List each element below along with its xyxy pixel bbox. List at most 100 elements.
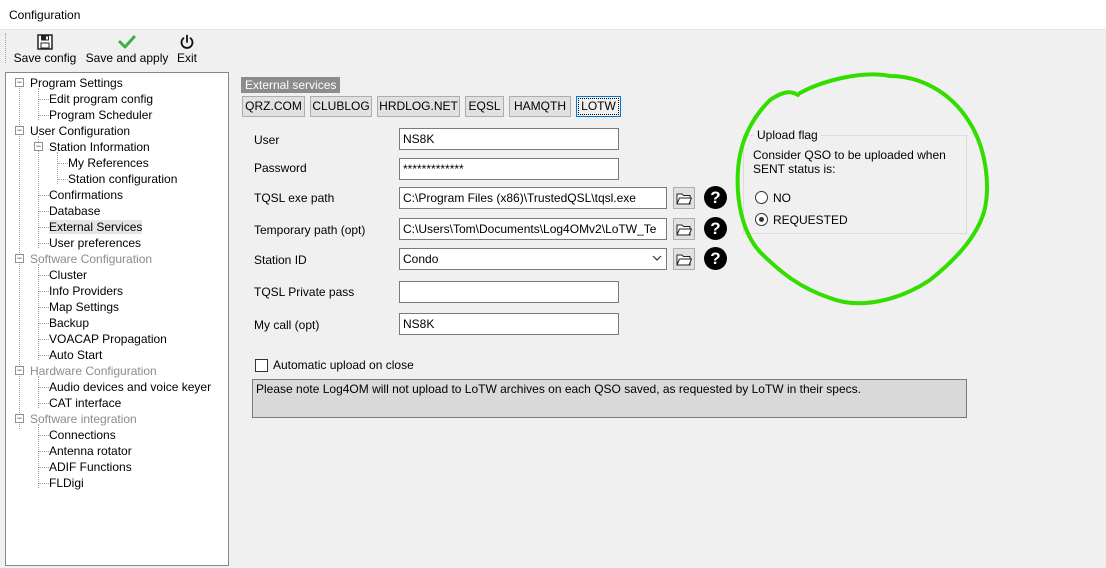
tree-item-confirmations[interactable]: Confirmations	[49, 187, 123, 203]
tree-item-label: Map Settings	[49, 300, 120, 314]
tree-connector	[39, 99, 49, 100]
station-id-dropdown[interactable]: Condo	[399, 248, 667, 270]
power-icon	[179, 33, 195, 51]
folder-icon	[676, 224, 692, 235]
tqsl-private-pass-field[interactable]	[399, 281, 619, 303]
tree-expander[interactable]: −	[15, 78, 24, 87]
tqsl-private-pass-label: TQSL Private pass	[254, 285, 355, 299]
tab-hamqth[interactable]: HAMQTH	[509, 96, 571, 117]
my-call-field[interactable]: NS8K	[399, 313, 619, 335]
folder-icon	[676, 193, 692, 204]
tree-item-my-references[interactable]: My References	[68, 155, 149, 171]
tqsl-exe-path-field[interactable]: C:\Program Files (x86)\TrustedQSL\tqsl.e…	[399, 187, 667, 209]
user-field[interactable]: NS8K	[399, 128, 619, 150]
tree-connector	[39, 243, 49, 244]
tree-item-label: User preferences	[49, 236, 142, 250]
tree-expander[interactable]: −	[34, 142, 43, 151]
external-services-header: External services	[241, 77, 341, 93]
tree-expander[interactable]: −	[15, 414, 24, 423]
tree-item-external-services[interactable]: External Services	[49, 219, 143, 235]
tab-qrz[interactable]: QRZ.COM	[242, 96, 305, 117]
tree-item-software-integration[interactable]: Software integration	[30, 411, 137, 427]
tree-connector	[39, 211, 49, 212]
tree-connector	[39, 291, 49, 292]
tree-item-label: Station configuration	[68, 172, 178, 186]
radio-no[interactable]	[755, 191, 768, 204]
browse-tqsl-button[interactable]	[673, 187, 695, 209]
temporary-path-field[interactable]: C:\Users\Tom\Documents\Log4OMv2\LoTW_Te	[399, 218, 667, 240]
help-station-id-icon[interactable]: ?	[704, 247, 727, 270]
upload-flag-description-line: Consider QSO to be uploaded when	[753, 148, 946, 162]
tree-connector	[39, 451, 49, 452]
tree-item-station-configuration[interactable]: Station configuration	[68, 171, 177, 187]
tree-branch-line	[38, 424, 39, 488]
tree-item-label: ADIF Functions	[49, 460, 132, 474]
tree-connector	[39, 355, 49, 356]
upload-flag-description-line: SENT status is:	[753, 162, 836, 176]
tree-item-label: My References	[68, 156, 149, 170]
browse-temp-button[interactable]	[673, 218, 695, 240]
lotw-note: Please note Log4OM will not upload to Lo…	[252, 379, 967, 418]
tree-item-cluster[interactable]: Cluster	[49, 267, 87, 283]
tree-item-software-configuration[interactable]: Software Configuration	[30, 251, 152, 267]
tree-item-audio-devices[interactable]: Audio devices and voice keyer	[49, 379, 211, 395]
save-and-apply-button[interactable]: Save and apply	[86, 33, 168, 67]
radio-requested[interactable]	[755, 213, 768, 226]
tree-item-station-information[interactable]: Station Information	[49, 139, 150, 155]
tree-expander[interactable]: −	[15, 126, 24, 135]
auto-upload-checkbox[interactable]	[255, 359, 268, 372]
tab-hrdlog[interactable]: HRDLOG.NET	[377, 96, 460, 117]
tree-item-label: User Configuration	[30, 124, 131, 138]
tree-item-label: CAT interface	[49, 396, 122, 410]
tab-lotw[interactable]: LOTW	[576, 96, 621, 117]
checkmark-icon	[118, 33, 136, 51]
tree-connector	[39, 483, 49, 484]
tree-item-label: Info Providers	[49, 284, 124, 298]
tree-item-label: Program Scheduler	[49, 108, 153, 122]
tree-item-label: Database	[49, 204, 101, 218]
tree-item-map-settings[interactable]: Map Settings	[49, 299, 119, 315]
tree-item-adif-functions[interactable]: ADIF Functions	[49, 459, 132, 475]
tree-item-voacap-propagation[interactable]: VOACAP Propagation	[49, 331, 167, 347]
tree-connector	[39, 323, 49, 324]
tree-item-connections[interactable]: Connections	[49, 427, 116, 443]
tree-item-backup[interactable]: Backup	[49, 315, 89, 331]
tree-item-info-providers[interactable]: Info Providers	[49, 283, 123, 299]
exit-button[interactable]: Exit	[175, 33, 199, 67]
tree-item-fldigi[interactable]: FLDigi	[49, 475, 84, 491]
tree-item-cat-interface[interactable]: CAT interface	[49, 395, 121, 411]
tree-item-program-settings[interactable]: Program Settings	[30, 75, 123, 91]
tree-item-program-scheduler[interactable]: Program Scheduler	[49, 107, 152, 123]
browse-station-button[interactable]	[673, 248, 695, 270]
tree-item-user-preferences[interactable]: User preferences	[49, 235, 141, 251]
toolbar-grip[interactable]	[5, 33, 8, 63]
help-tqsl-icon[interactable]: ?	[704, 186, 727, 209]
password-field[interactable]: *************	[399, 158, 619, 180]
save-config-button[interactable]: Save config	[14, 33, 76, 67]
tree-item-database[interactable]: Database	[49, 203, 100, 219]
tree-item-edit-program-config[interactable]: Edit program config	[49, 91, 153, 107]
toolbar: Save config Save and apply Exit	[0, 31, 1106, 69]
tree-item-label: FLDigi	[49, 476, 84, 490]
tree-expander[interactable]: −	[15, 254, 24, 263]
tree-item-hardware-configuration[interactable]: Hardware Configuration	[30, 363, 157, 379]
tree-item-user-configuration[interactable]: User Configuration	[30, 123, 130, 139]
radio-no-label: NO	[773, 191, 791, 205]
tree-connector	[39, 275, 49, 276]
tree-connector	[39, 387, 49, 388]
tree-item-antenna-rotator[interactable]: Antenna rotator	[49, 443, 132, 459]
tree-expander[interactable]: −	[15, 366, 24, 375]
radio-requested-label: REQUESTED	[773, 213, 848, 227]
tree-branch-line	[38, 264, 39, 360]
tree-item-auto-start[interactable]: Auto Start	[49, 347, 102, 363]
temporary-path-label: Temporary path (opt)	[254, 223, 366, 237]
tab-clublog[interactable]: CLUBLOG	[310, 96, 372, 117]
tree-connector	[39, 339, 49, 340]
tree-connector	[58, 179, 68, 180]
tree-item-label: Software integration	[30, 412, 137, 426]
tab-eqsl[interactable]: EQSL	[465, 96, 504, 117]
help-temp-path-icon[interactable]: ?	[704, 217, 727, 240]
tree-connector	[39, 227, 49, 228]
auto-upload-label: Automatic upload on close	[273, 358, 414, 372]
settings-tree[interactable]: − Program Settings Edit program config P…	[5, 72, 229, 566]
